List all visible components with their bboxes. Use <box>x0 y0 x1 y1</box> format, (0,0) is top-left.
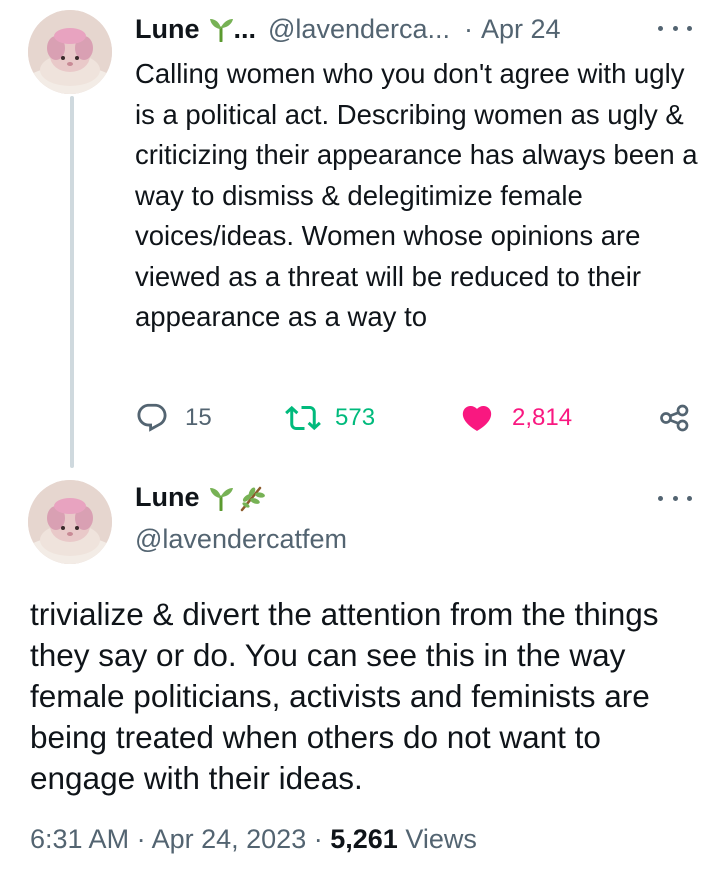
more-icon[interactable] <box>658 488 692 508</box>
seedling-emoji <box>208 485 234 511</box>
author-handle[interactable]: @lavendercatfem <box>135 524 347 555</box>
herb-emoji <box>238 484 266 512</box>
share-button[interactable] <box>657 398 693 438</box>
views-count[interactable]: 5,261 <box>330 824 398 854</box>
reply-count: 15 <box>185 404 212 431</box>
author-name[interactable]: Lune <box>135 14 200 45</box>
name-truncation: ... <box>233 13 257 44</box>
tweet-full-date[interactable]: Apr 24, 2023 <box>152 824 307 854</box>
tweet-actions: 15 573 2,814 <box>135 398 695 438</box>
more-icon[interactable] <box>658 18 692 38</box>
retweet-count: 573 <box>335 404 376 431</box>
tweet2-header: Lune <box>135 482 266 513</box>
separator-dot: · <box>464 13 474 44</box>
tweet-text: Calling women who you don't agree with u… <box>135 58 698 332</box>
tweet-date[interactable]: Apr 24 <box>481 14 561 45</box>
separator-dot: · <box>313 824 323 854</box>
views-label: Views <box>405 824 477 854</box>
retweet-icon <box>285 405 321 431</box>
like-button[interactable]: 2,814 <box>460 398 572 438</box>
share-icon <box>660 404 689 432</box>
seedling-emoji <box>208 16 234 42</box>
avatar[interactable] <box>28 10 112 94</box>
reply-icon <box>137 403 167 432</box>
author-name[interactable]: Lune <box>135 482 200 513</box>
reply-button[interactable]: 15 <box>135 398 212 438</box>
thread-line <box>70 96 74 468</box>
heart-icon <box>462 405 492 431</box>
author-handle[interactable]: @lavenderca... <box>268 14 450 45</box>
tweet-time[interactable]: 6:31 AM <box>30 824 129 854</box>
avatar[interactable] <box>28 480 112 564</box>
tweet1-header: Lune ... @lavenderca... · Apr 24 <box>135 10 561 48</box>
separator-dot: · <box>136 824 146 854</box>
tweet-text: trivialize & divert the attention from t… <box>30 596 659 796</box>
like-count: 2,814 <box>512 404 573 431</box>
retweet-button[interactable]: 573 <box>285 398 375 438</box>
tweet-meta: 6:31 AM · Apr 24, 2023 · 5,261 Views <box>30 824 477 855</box>
